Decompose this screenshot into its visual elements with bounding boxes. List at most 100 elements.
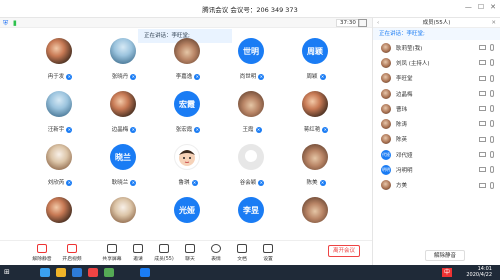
member-row[interactable]: 李旺堂 xyxy=(373,71,500,86)
member-row[interactable]: 刘凤 (主持人) xyxy=(373,55,500,70)
mic-icon xyxy=(490,135,494,143)
app-icon[interactable] xyxy=(104,268,114,277)
participant-tile[interactable]: 周颖周颖 ✕ xyxy=(286,38,346,90)
toolbar-button[interactable]: 开启视频 xyxy=(60,244,84,262)
close-icon[interactable]: ✕ xyxy=(490,3,496,11)
muted-mic-icon: ✕ xyxy=(191,179,198,186)
toolbar-icon xyxy=(263,244,273,253)
toolbar-button[interactable]: 解除静音 xyxy=(30,244,54,262)
participant-name: 汪新宇 ✕ xyxy=(30,125,90,133)
toolbar-button[interactable]: 共享屏幕 xyxy=(100,244,124,262)
participant-tile[interactable]: 张晓丹 ✕ xyxy=(94,38,154,90)
participant-avatar xyxy=(302,197,328,223)
participant-avatar xyxy=(46,144,72,170)
mic-icon xyxy=(490,74,494,82)
members-list: 耿莉莹(我) 刘凤 (主持人) 李旺堂 边晶梅 曹玮 陈涛 陈英 代娅 邓代娅 明明 冯明明 方美 xyxy=(373,40,500,193)
leave-meeting-button[interactable]: 离开会议 xyxy=(328,245,360,257)
muted-mic-icon: ✕ xyxy=(66,126,73,133)
participant-name: 边晶梅 ✕ xyxy=(94,125,154,133)
system-clock: 14:01 2020/4/22 xyxy=(466,266,492,278)
participant-tile[interactable]: 鲁琪 ✕ xyxy=(158,144,218,196)
participant-avatar: 晓兰 xyxy=(110,144,136,170)
toolbar-label: 成员(55) xyxy=(154,257,174,262)
member-row[interactable]: 陈英 xyxy=(373,132,500,147)
participant-name-text: 张晓丹 xyxy=(111,74,129,80)
app-icon[interactable] xyxy=(56,268,66,277)
shield-icon[interactable]: ⛨ xyxy=(3,19,11,27)
member-row[interactable]: 明明 冯明明 xyxy=(373,162,500,177)
ime-indicator[interactable]: 中 xyxy=(441,268,452,277)
member-row[interactable]: 陈涛 xyxy=(373,116,500,131)
participant-tile[interactable]: 冉于发 ✕ xyxy=(30,38,90,90)
toolbar-label: 聊天 xyxy=(185,257,195,262)
muted-mic-icon: ✕ xyxy=(194,126,201,133)
collapse-icon[interactable]: ‹ xyxy=(377,18,379,28)
camera-icon xyxy=(479,167,486,173)
mic-icon xyxy=(490,181,494,189)
app-icon[interactable] xyxy=(88,268,98,277)
participant-name: 耿晓兰 ✕ xyxy=(94,178,154,186)
participant-name: 周颖 ✕ xyxy=(286,72,346,80)
app-icon[interactable] xyxy=(72,268,82,277)
participant-tile[interactable]: 陈美 ✕ xyxy=(286,144,346,196)
tencent-meeting-taskbar-icon[interactable] xyxy=(140,268,150,277)
participant-name-text: 王霞 xyxy=(242,127,254,133)
participant-avatar xyxy=(110,197,136,223)
muted-mic-icon: ✕ xyxy=(322,126,329,133)
member-row[interactable]: 边晶梅 xyxy=(373,86,500,101)
app-icon[interactable] xyxy=(40,268,50,277)
member-avatar xyxy=(381,180,391,191)
gallery-view-icon[interactable] xyxy=(358,19,367,27)
unmute-all-button[interactable]: 解除静音 xyxy=(425,250,465,261)
participant-avatar xyxy=(110,91,136,117)
meeting-title: 腾讯会议 会议号：206 349 373 xyxy=(202,6,298,14)
camera-icon xyxy=(479,152,486,158)
participant-avatar: 周颖 xyxy=(302,38,328,64)
participant-tile[interactable]: 刘欣芮 ✕ xyxy=(30,144,90,196)
muted-mic-icon: ✕ xyxy=(319,73,326,80)
signal-icon[interactable]: ▮ xyxy=(13,19,21,27)
windows-taskbar: ⊞ 中 14:01 2020/4/22 xyxy=(0,265,500,280)
participant-tile[interactable]: 李嘉逸 ✕ xyxy=(158,38,218,90)
member-avatar xyxy=(381,119,391,130)
member-avatar xyxy=(381,88,391,99)
windows-start-icon[interactable]: ⊞ xyxy=(4,268,13,277)
toolbar-button[interactable]: 设置 xyxy=(256,244,280,262)
member-avatar: 明明 xyxy=(381,165,391,176)
member-row[interactable]: 曹玮 xyxy=(373,101,500,116)
member-name: 边晶梅 xyxy=(396,91,413,98)
toolbar-button[interactable]: 表情 xyxy=(204,244,228,262)
member-row[interactable]: 方美 xyxy=(373,178,500,193)
member-name: 刘凤 (主持人) xyxy=(396,60,430,67)
toolbar-button[interactable]: 文档 xyxy=(230,244,254,262)
participant-tile[interactable]: 汪新宇 ✕ xyxy=(30,91,90,143)
camera-icon xyxy=(479,60,486,66)
minimize-icon[interactable]: — xyxy=(465,3,472,11)
toolbar-button[interactable]: 成员(55) xyxy=(152,244,176,262)
participant-tile[interactable]: 晓兰耿晓兰 ✕ xyxy=(94,144,154,196)
toolbar-icon xyxy=(133,244,143,253)
toolbar-label: 文档 xyxy=(237,257,247,262)
participant-tile[interactable]: 蒋红艳 ✕ xyxy=(286,91,346,143)
close-icon[interactable]: ✕ xyxy=(491,18,496,28)
member-name: 耿莉莹(我) xyxy=(396,45,423,52)
member-row[interactable]: 耿莉莹(我) xyxy=(373,40,500,55)
maximize-icon[interactable]: ☐ xyxy=(478,3,484,11)
member-row[interactable]: 代娅 邓代娅 xyxy=(373,147,500,162)
participant-tile[interactable]: 边晶梅 ✕ xyxy=(94,91,154,143)
toolbar-button[interactable]: 邀请 xyxy=(126,244,150,262)
camera-icon xyxy=(479,90,486,96)
toolbar-button[interactable]: 聊天 xyxy=(178,244,202,262)
participant-tile[interactable]: 王霞 ✕ xyxy=(222,91,282,143)
participant-name-text: 耿晓兰 xyxy=(111,180,129,186)
participant-avatar xyxy=(46,91,72,117)
participant-name: 张晓丹 ✕ xyxy=(94,72,154,80)
mic-icon xyxy=(490,59,494,67)
participant-tile[interactable]: 世明 尚世明 ✕ xyxy=(222,38,282,90)
camera-icon xyxy=(479,136,486,142)
participant-avatar: 李昱 xyxy=(238,197,264,223)
member-name: 冯明明 xyxy=(396,168,413,175)
participant-tile[interactable]: 宏霞 张宏霞 ✕ xyxy=(158,91,218,143)
participant-name: 尚世明 ✕ xyxy=(222,72,282,80)
participant-tile[interactable]: 谷会颖 ✕ xyxy=(222,144,282,196)
